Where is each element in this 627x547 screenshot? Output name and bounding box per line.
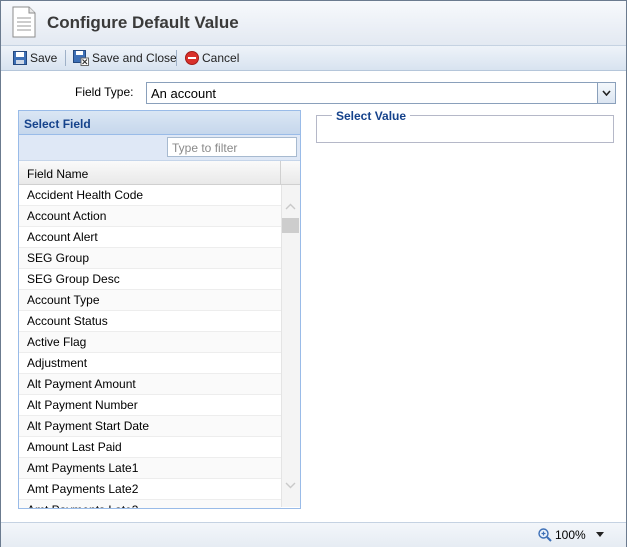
- filter-bar: Type to filter: [19, 135, 300, 161]
- filter-input[interactable]: Type to filter: [167, 137, 297, 157]
- list-item[interactable]: Account Type: [19, 290, 281, 311]
- scroll-up-icon[interactable]: [285, 203, 296, 210]
- panel-title: Select Field: [24, 117, 91, 131]
- list-item[interactable]: Account Status: [19, 311, 281, 332]
- zoom-dropdown-icon[interactable]: [596, 532, 604, 537]
- save-button[interactable]: Save: [13, 46, 57, 70]
- column-header-field-name[interactable]: Field Name: [27, 167, 88, 181]
- dropdown-trigger[interactable]: [597, 83, 615, 103]
- list-item[interactable]: Amt Payments Late2: [19, 479, 281, 500]
- list-item[interactable]: Alt Payment Amount: [19, 374, 281, 395]
- scroll-down-icon[interactable]: [285, 482, 296, 489]
- status-bar: 100%: [1, 522, 626, 547]
- filter-placeholder: Type to filter: [172, 141, 238, 155]
- field-type-value: An account: [151, 86, 217, 101]
- list-item[interactable]: Active Flag: [19, 332, 281, 353]
- cancel-label: Cancel: [202, 51, 240, 65]
- list-item[interactable]: Alt Payment Start Date: [19, 416, 281, 437]
- list-item[interactable]: SEG Group Desc: [19, 269, 281, 290]
- list-item[interactable]: Amount Last Paid: [19, 437, 281, 458]
- zoom-level: 100%: [555, 528, 586, 542]
- list-item[interactable]: Accident Health Code: [19, 185, 281, 206]
- toolbar-separator: [65, 50, 66, 66]
- grid-header: Field Name: [19, 161, 300, 185]
- save-close-icon: [73, 50, 89, 66]
- scrollbar-thumb[interactable]: [282, 218, 299, 233]
- vertical-scrollbar[interactable]: [281, 185, 300, 507]
- floppy-disk-icon: [13, 51, 27, 65]
- title-bar: Configure Default Value: [1, 1, 626, 46]
- panel-header: Select Field: [19, 111, 300, 135]
- document-icon: [12, 6, 36, 38]
- list-item[interactable]: SEG Group: [19, 248, 281, 269]
- save-and-close-label: Save and Close: [92, 51, 177, 65]
- window-title: Configure Default Value: [47, 13, 239, 32]
- column-divider: [280, 161, 281, 184]
- list-item[interactable]: Account Alert: [19, 227, 281, 248]
- field-type-select[interactable]: An account: [146, 82, 616, 104]
- chevron-down-icon: [602, 90, 611, 96]
- dialog-window: Configure Default Value Save Save and Cl…: [0, 0, 627, 547]
- list-item[interactable]: Amt Payments Late1: [19, 458, 281, 479]
- list-item[interactable]: Account Action: [19, 206, 281, 227]
- select-value-legend: Select Value: [332, 109, 411, 123]
- list-item[interactable]: Alt Payment Number: [19, 395, 281, 416]
- field-list: Accident Health Code Account Action Acco…: [19, 185, 281, 508]
- save-label: Save: [30, 51, 58, 65]
- field-type-label: Field Type:: [75, 85, 134, 99]
- list-item[interactable]: Amt Payments Late3: [19, 500, 281, 508]
- list-item[interactable]: Adjustment: [19, 353, 281, 374]
- cancel-button[interactable]: Cancel: [185, 46, 239, 70]
- magnifier-icon: [538, 528, 552, 542]
- toolbar-separator: [176, 50, 177, 66]
- toolbar: Save Save and Close Cancel: [1, 46, 626, 71]
- cancel-icon: [185, 51, 199, 65]
- select-field-panel: Select Field Type to filter Field Name A…: [18, 110, 301, 509]
- zoom-control[interactable]: 100%: [538, 528, 586, 542]
- save-and-close-button[interactable]: Save and Close: [73, 46, 177, 70]
